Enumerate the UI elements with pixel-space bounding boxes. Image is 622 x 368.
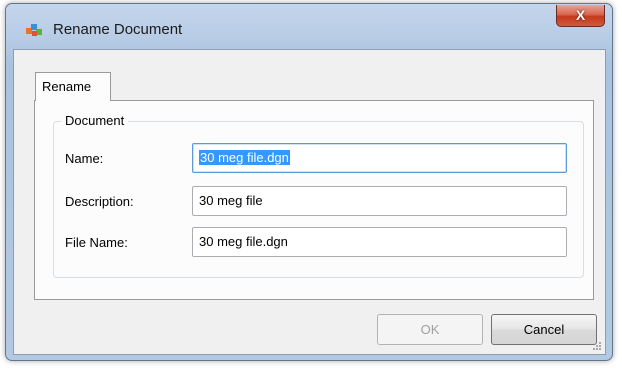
app-icon bbox=[26, 24, 42, 36]
ok-button[interactable]: OK bbox=[377, 314, 483, 345]
file-name-label: File Name: bbox=[65, 235, 128, 250]
document-group-legend: Document bbox=[61, 113, 129, 128]
cancel-button[interactable]: Cancel bbox=[491, 314, 597, 345]
name-label: Name: bbox=[65, 151, 104, 166]
file-name-input-value: 30 meg file.dgn bbox=[199, 234, 288, 249]
tab-rename[interactable]: Rename bbox=[35, 72, 111, 101]
name-input-value: 30 meg file.dgn bbox=[199, 150, 290, 165]
rename-document-dialog: Rename Document X Rename Document Name: … bbox=[5, 3, 613, 361]
close-button[interactable]: X bbox=[556, 5, 605, 27]
title-bar[interactable]: Rename Document X bbox=[6, 4, 612, 54]
name-input[interactable]: 30 meg file.dgn bbox=[192, 143, 567, 173]
document-group: Document Name: 30 meg file.dgn Descripti… bbox=[53, 113, 584, 278]
tab-rename-label: Rename bbox=[42, 79, 92, 94]
description-label: Description: bbox=[65, 194, 134, 209]
resize-grip-icon[interactable] bbox=[592, 341, 602, 351]
close-icon: X bbox=[575, 7, 586, 23]
tab-panel-rename: Document Name: 30 meg file.dgn Descripti… bbox=[34, 100, 594, 300]
dialog-client-area: Rename Document Name: 30 meg file.dgn De… bbox=[13, 49, 606, 355]
file-name-input[interactable]: 30 meg file.dgn bbox=[192, 227, 567, 257]
description-input[interactable]: 30 meg file bbox=[192, 186, 567, 216]
description-input-value: 30 meg file bbox=[199, 193, 263, 208]
window-title: Rename Document bbox=[53, 21, 183, 38]
